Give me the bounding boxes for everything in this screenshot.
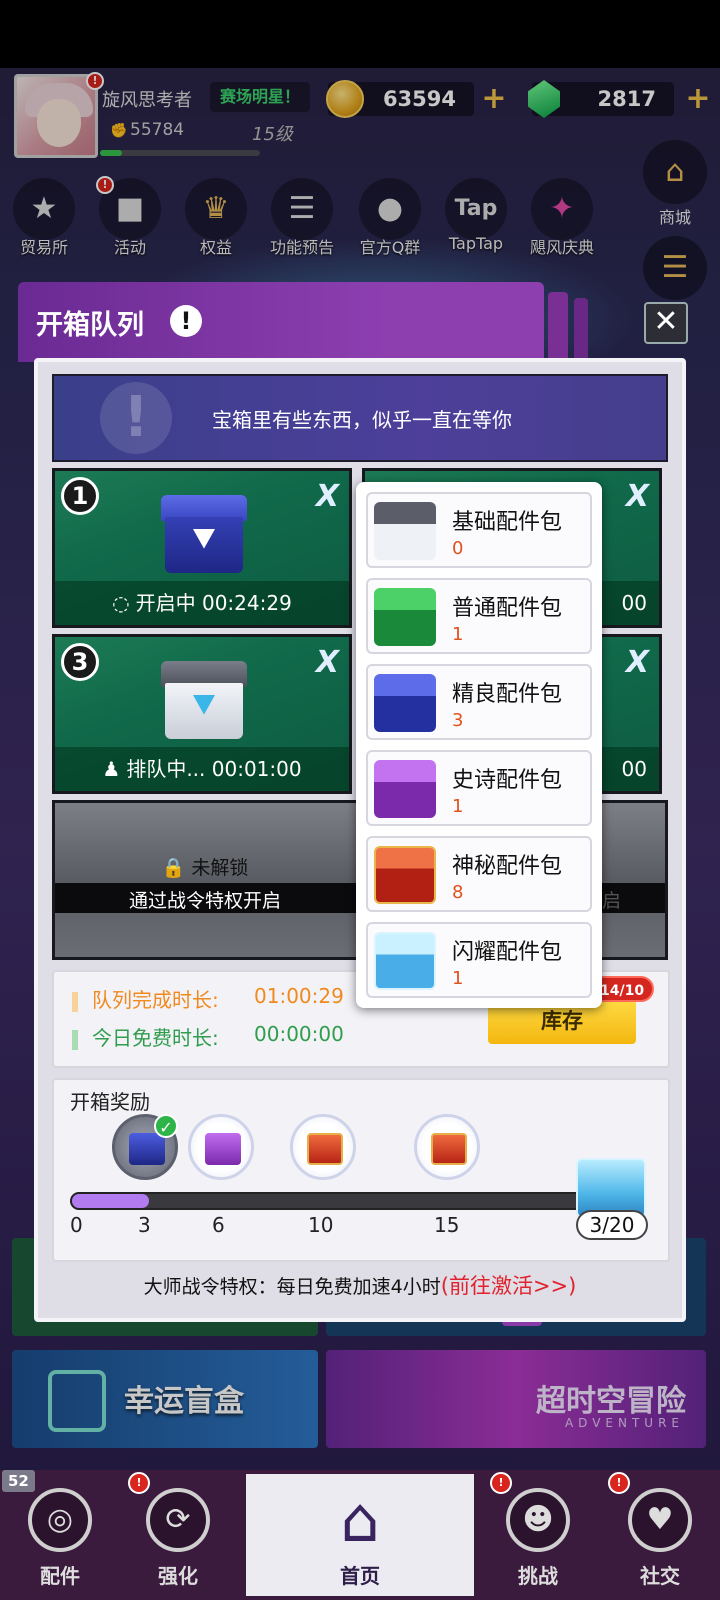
red-crate-icon (431, 1133, 467, 1165)
social-alert-badge: ! (608, 1472, 630, 1494)
parts-icon: ◎ (28, 1488, 92, 1552)
home-icon: ⌂ (340, 1483, 380, 1556)
shining-pack-icon (374, 932, 436, 990)
battlepass-text: 大师战令特权：每日免费加速4小时 (143, 1276, 441, 1298)
loading-icon: ◌ (112, 591, 130, 615)
red-crate-icon (307, 1133, 343, 1165)
locked-label-text: 未解锁 (191, 857, 249, 879)
nav-parts[interactable]: ◎ 配件 (0, 1474, 120, 1596)
fine-pack-icon (374, 674, 436, 732)
reward-node-10[interactable] (290, 1114, 356, 1180)
speedup-x-icon[interactable]: X (626, 645, 649, 680)
white-crate-icon (161, 661, 247, 741)
reward-tick: 10 (308, 1213, 334, 1237)
nav-home-label: 首页 (340, 1564, 380, 1588)
slot-status-text: 00 (621, 591, 647, 615)
check-icon: ✓ (154, 1114, 178, 1138)
shining-chest-icon[interactable] (576, 1158, 646, 1218)
reward-node-15[interactable] (414, 1114, 480, 1180)
locked-label: 🔒 未解锁 (55, 853, 355, 880)
battlepass-activate-link[interactable]: (前往激活>>) (441, 1274, 577, 1298)
pack-name: 史诗配件包 (452, 768, 563, 793)
reward-tick: 3 (138, 1213, 151, 1237)
upgrade-icon: ⟳ (146, 1488, 210, 1552)
queue-time-marker (72, 991, 78, 1012)
reward-title: 开箱奖励 (70, 1090, 150, 1114)
queue-person-icon: ♟ (102, 757, 121, 781)
slot-status-text: 开启中 00:24:29 (135, 591, 292, 615)
queue-slot-1[interactable]: 1 X ◌ 开启中 00:24:29 (52, 468, 352, 628)
nav-home[interactable]: ⌂ 首页 (246, 1474, 474, 1596)
pack-row-common[interactable]: 普通配件包 1 (366, 578, 592, 654)
queue-time-row: 队列完成时长: 01:00:29 (72, 984, 344, 1013)
pack-name: 神秘配件包 (452, 854, 563, 879)
pack-name: 普通配件包 (452, 596, 563, 621)
reward-count: 3/20 (576, 1210, 648, 1240)
pack-count: 8 (452, 882, 464, 903)
queue-time-value: 01:00:29 (254, 984, 344, 1008)
slot-status-text: 00 (621, 757, 647, 781)
reward-tick: 0 (70, 1213, 83, 1237)
common-pack-icon (374, 588, 436, 646)
hint-text: 宝箱里有些东西，似乎一直在等你 (212, 408, 512, 432)
pack-count: 3 (452, 710, 464, 731)
info-icon[interactable]: ! (170, 305, 202, 337)
pack-row-shining[interactable]: 闪耀配件包 1 (366, 922, 592, 998)
basic-pack-icon (374, 502, 436, 560)
nav-challenge-label: 挑战 (518, 1564, 558, 1588)
free-time-label: 今日免费时长: (92, 1026, 219, 1050)
free-time-row: 今日免费时长: 00:00:00 (72, 1022, 344, 1051)
parts-count-badge: 52 (2, 1470, 35, 1492)
pack-name: 基础配件包 (452, 510, 563, 535)
slot-number: 1 (61, 477, 99, 515)
pack-name: 精良配件包 (452, 682, 563, 707)
reward-progress-fill (72, 1194, 150, 1208)
queue-slot-3[interactable]: 3 X ♟ 排队中... 00:01:00 (52, 634, 352, 794)
hint-banner: ! 宝箱里有些东西，似乎一直在等你 (52, 374, 668, 462)
purple-crate-icon (205, 1133, 241, 1165)
slot-status: ♟ 排队中... 00:01:00 (55, 747, 349, 791)
speedup-x-icon[interactable]: X (626, 479, 649, 514)
battlepass-promo: 大师战令特权：每日免费加速4小时(前往激活>>) (0, 1270, 720, 1300)
pack-row-epic[interactable]: 史诗配件包 1 (366, 750, 592, 826)
reward-tick: 6 (212, 1213, 225, 1237)
speedup-x-icon[interactable]: X (316, 645, 339, 680)
modal-title: 开箱队列 (36, 310, 144, 341)
challenge-alert-badge: ! (490, 1472, 512, 1494)
mystery-pack-icon (374, 846, 436, 904)
nav-upgrade-label: 强化 (158, 1564, 198, 1588)
pack-row-mystery[interactable]: 神秘配件包 8 (366, 836, 592, 912)
social-icon: ♥ (628, 1488, 692, 1552)
lock-icon: 🔒 (161, 857, 186, 879)
pack-count: 1 (452, 968, 464, 989)
pack-row-fine[interactable]: 精良配件包 3 (366, 664, 592, 740)
speedup-x-icon[interactable]: X (316, 479, 339, 514)
slot-status-text: 排队中... 00:01:00 (126, 757, 302, 781)
queue-time-label: 队列完成时长: (92, 988, 219, 1012)
locked-hint: 通过战令特权开启 (128, 890, 281, 912)
nav-parts-label: 配件 (40, 1564, 80, 1588)
pack-count: 1 (452, 796, 464, 817)
slot-status: ◌ 开启中 00:24:29 (55, 581, 349, 625)
pack-name: 闪耀配件包 (452, 940, 563, 965)
blue-crate-icon (129, 1133, 165, 1165)
blue-crate-icon (161, 495, 247, 575)
reward-progress-bar (70, 1192, 590, 1210)
pack-count: 0 (452, 538, 464, 559)
slot-number: 3 (61, 643, 99, 681)
close-button[interactable]: ✕ (644, 302, 688, 344)
reward-node-6[interactable] (188, 1114, 254, 1180)
pack-count: 1 (452, 624, 464, 645)
reward-tick: 15 (434, 1213, 460, 1237)
epic-pack-icon (374, 760, 436, 818)
free-time-value: 00:00:00 (254, 1022, 344, 1046)
free-time-marker (72, 1029, 78, 1050)
upgrade-alert-badge: ! (128, 1472, 150, 1494)
challenge-icon: ☻ (506, 1488, 570, 1552)
nav-social-label: 社交 (640, 1564, 680, 1588)
pack-row-basic[interactable]: 基础配件包 0 (366, 492, 592, 568)
